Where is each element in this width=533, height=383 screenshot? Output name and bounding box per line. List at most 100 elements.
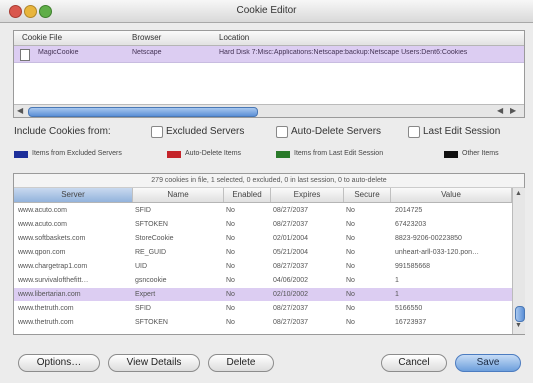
cell-name: RE_GUID [135, 249, 167, 256]
scroll-right-arrow-icon[interactable]: ▶ [510, 106, 516, 115]
cell-value: 1 [395, 277, 399, 284]
auto-delete-servers-checkbox[interactable] [276, 126, 288, 138]
scroll-down-arrow-icon[interactable]: ▼ [515, 322, 522, 329]
table-row[interactable]: www.acuto.com SFTOKEN No 08/27/2037 No 674232… [14, 218, 512, 231]
cell-expires: 02/01/2004 [273, 235, 309, 242]
column-cookie-file[interactable]: Cookie File [22, 33, 62, 42]
last-edit-session-label[interactable]: Last Edit Session [423, 126, 500, 137]
cell-value: 2014725 [395, 207, 423, 214]
cell-enabled: No [226, 319, 235, 326]
table-row[interactable]: www.thetruth.com SFTOKEN No 08/27/2037 No 167… [14, 316, 512, 329]
options-button[interactable]: Options… [18, 354, 100, 372]
document-icon [20, 49, 30, 61]
cell-secure: No [346, 249, 355, 256]
column-value[interactable]: Value [391, 188, 512, 202]
legend-swatch-other [444, 151, 458, 158]
cell-expires: 02/10/2002 [273, 291, 309, 298]
window-title: Cookie Editor [236, 5, 297, 16]
cell-value: 16723937 [395, 319, 427, 326]
column-location[interactable]: Location [219, 33, 249, 42]
file-name: MagicCookie [38, 49, 79, 56]
cancel-button[interactable]: Cancel [381, 354, 447, 372]
cell-server: www.libertarian.com [18, 291, 81, 298]
scroll-up-arrow-icon[interactable]: ▲ [515, 190, 522, 197]
cell-value: 8823-9206-00223850 [395, 235, 462, 242]
table-row[interactable]: www.acuto.com SFID No 08/27/2037 No 2014725 [14, 204, 512, 217]
cookie-table[interactable]: 279 cookies in file, 1 selected, 0 exclu… [13, 173, 525, 335]
cell-enabled: No [226, 305, 235, 312]
cell-secure: No [346, 319, 355, 326]
cell-server: www.survivalofthefitt… [18, 277, 89, 284]
horizontal-scrollbar[interactable]: ◀ ◀ ▶ [14, 104, 524, 117]
column-secure[interactable]: Secure [344, 188, 391, 202]
cell-value: 1 [395, 291, 399, 298]
table-row[interactable]: www.chargetrap1.com UID No 08/27/2037 No 9915… [14, 260, 512, 273]
legend-swatch-auto-delete [167, 151, 181, 158]
file-location: Hard Disk 7:Misc:Applications:Netscape:b… [219, 49, 468, 56]
cell-secure: No [346, 235, 355, 242]
file-table-header: Cookie File Browser Location [14, 31, 524, 46]
cell-secure: No [346, 305, 355, 312]
table-row[interactable]: www.survivalofthefitt… gsncookie No 04/06/2… [14, 274, 512, 287]
cell-name: SFID [135, 305, 151, 312]
column-name[interactable]: Name [133, 188, 224, 202]
cell-secure: No [346, 291, 355, 298]
legend-auto-delete: Auto-Delete Items [185, 150, 242, 157]
cookie-table-header: Server Name Enabled Expires Secure Value [14, 188, 512, 203]
cell-name: SFTOKEN [135, 221, 168, 228]
legend-excluded: Items from Excluded Servers [32, 150, 122, 157]
table-row[interactable]: www.qpon.com RE_GUID No 05/21/2004 No unheart… [14, 246, 512, 259]
column-browser[interactable]: Browser [132, 33, 161, 42]
cell-name: SFTOKEN [135, 319, 168, 326]
cell-expires: 05/21/2004 [273, 249, 309, 256]
auto-delete-servers-label[interactable]: Auto-Delete Servers [291, 126, 381, 137]
table-row[interactable]: www.libertarian.com Expert No 02/10/2002 No 1 [14, 288, 512, 301]
last-edit-session-checkbox[interactable] [408, 126, 420, 138]
cell-expires: 08/27/2037 [273, 263, 309, 270]
cell-expires: 04/06/2002 [273, 277, 309, 284]
include-label: Include Cookies from: [14, 126, 111, 137]
cell-name: gsncookie [135, 277, 167, 284]
excluded-servers-checkbox[interactable] [151, 126, 163, 138]
cell-name: StoreCookie [135, 235, 174, 242]
cell-server: www.qpon.com [18, 249, 66, 256]
cell-server: www.acuto.com [18, 221, 68, 228]
legend-swatch-last-session [276, 151, 290, 158]
scroll-left-arrow-icon-2[interactable]: ◀ [497, 106, 503, 115]
cell-expires: 08/27/2037 [273, 207, 309, 214]
cell-secure: No [346, 221, 355, 228]
file-browser: Netscape [132, 49, 162, 56]
cell-enabled: No [226, 263, 235, 270]
cookie-summary: 279 cookies in file, 1 selected, 0 exclu… [14, 174, 524, 188]
cell-secure: No [346, 277, 355, 284]
vertical-scroll-thumb[interactable] [515, 306, 525, 322]
cell-server: www.thetruth.com [18, 305, 74, 312]
cell-enabled: No [226, 221, 235, 228]
cell-server: www.softbaskets.com [18, 235, 86, 242]
excluded-servers-label[interactable]: Excluded Servers [166, 126, 244, 137]
cell-name: UID [135, 263, 148, 270]
cell-server: www.thetruth.com [18, 319, 74, 326]
scroll-left-arrow-icon[interactable]: ◀ [17, 106, 23, 115]
title-bar[interactable]: Cookie Editor [0, 0, 533, 23]
file-row[interactable]: MagicCookie Netscape Hard Disk 7:Misc:Ap… [14, 46, 524, 63]
cell-value: 67423203 [395, 221, 427, 228]
horizontal-scroll-thumb[interactable] [28, 107, 258, 117]
column-server[interactable]: Server [14, 188, 133, 202]
cell-secure: No [346, 263, 355, 270]
cookie-file-table[interactable]: Cookie File Browser Location MagicCookie… [13, 30, 525, 118]
cell-value: 5166550 [395, 305, 423, 312]
table-row[interactable]: www.softbaskets.com StoreCookie No 02/01/20… [14, 232, 512, 245]
column-enabled[interactable]: Enabled [224, 188, 271, 202]
vertical-scrollbar[interactable]: ▲ ▼ [512, 188, 525, 334]
cell-value: 991585668 [395, 263, 431, 270]
table-row[interactable]: www.thetruth.com SFID No 08/27/2037 No 516655… [14, 302, 512, 315]
legend-last-session: Items from Last Edit Session [294, 150, 384, 157]
cell-secure: No [346, 207, 355, 214]
cell-value: unheart-arll-033-120.pon… [395, 249, 480, 256]
view-details-button[interactable]: View Details [108, 354, 200, 372]
cell-expires: 08/27/2037 [273, 319, 309, 326]
save-button[interactable]: Save [455, 354, 521, 372]
delete-button[interactable]: Delete [208, 354, 274, 372]
column-expires[interactable]: Expires [271, 188, 344, 202]
